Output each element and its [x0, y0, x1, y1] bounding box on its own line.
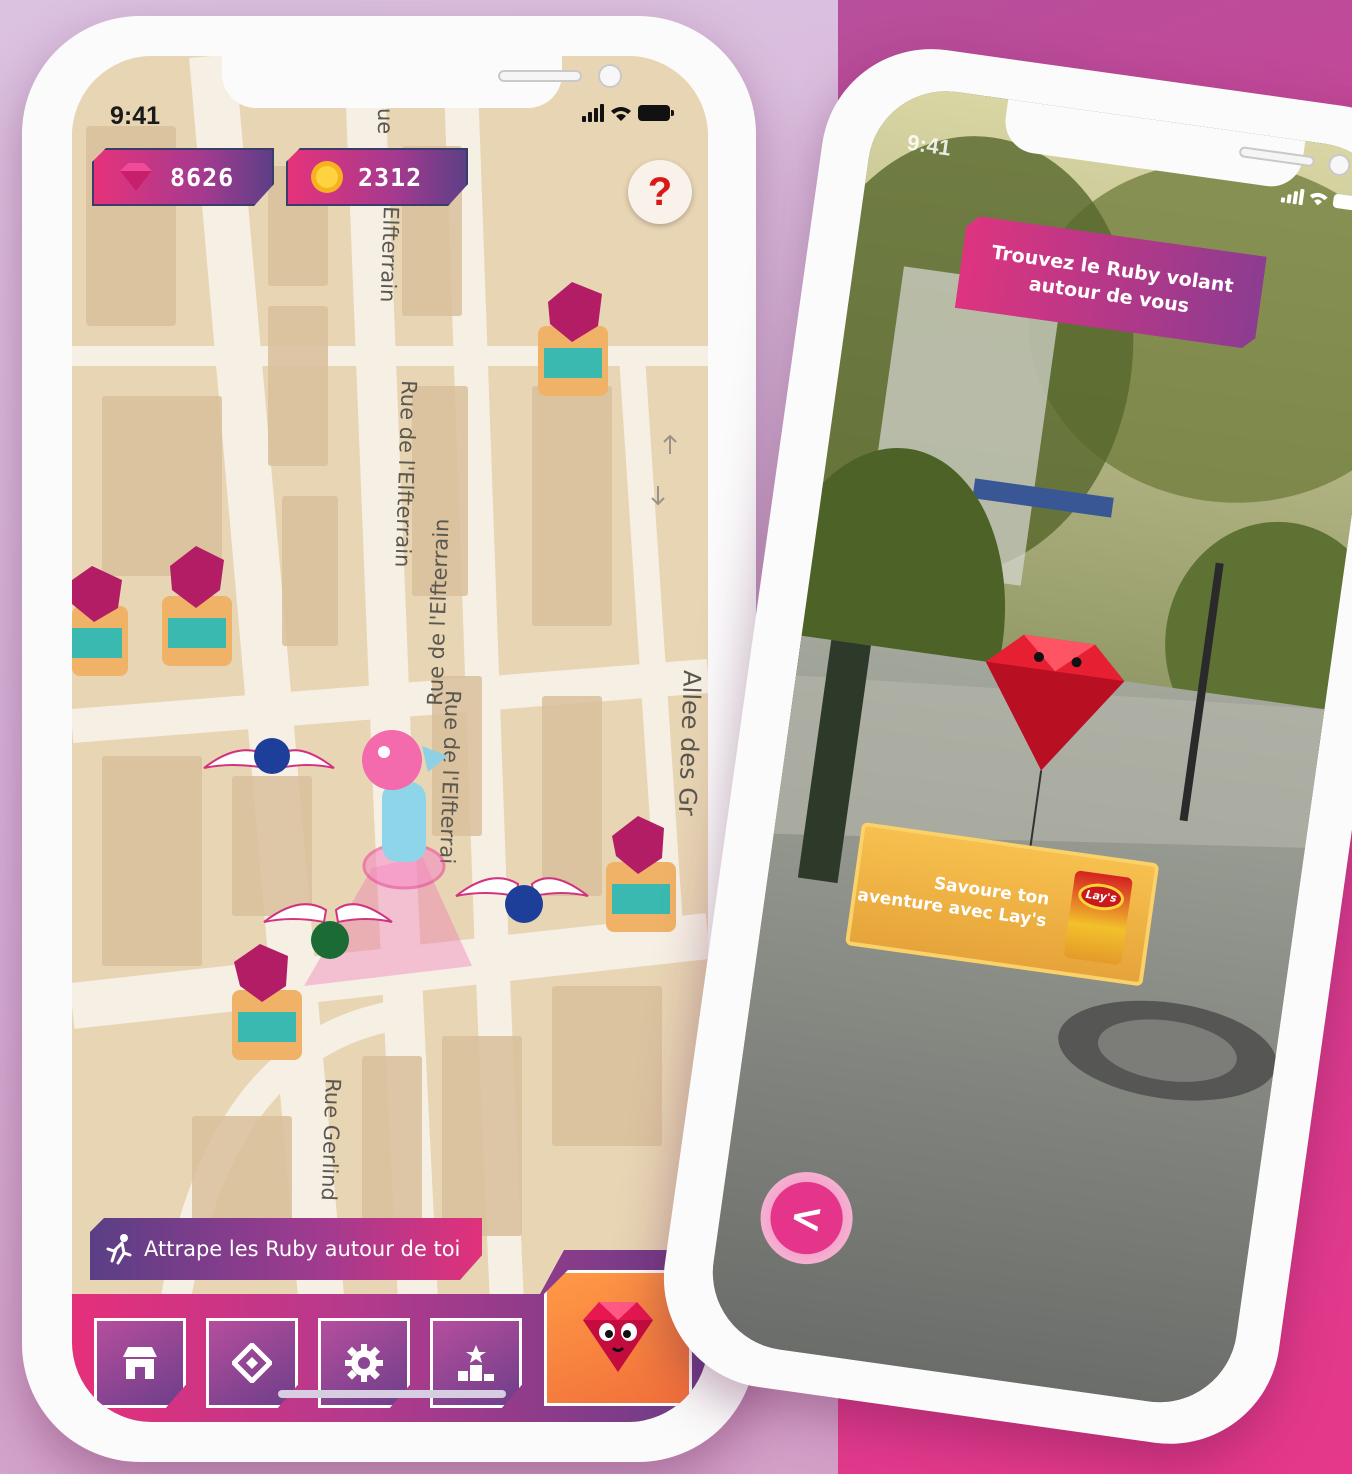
tab-shop[interactable] — [94, 1318, 186, 1408]
gem-icon — [116, 163, 156, 191]
coins-count: 2312 — [358, 162, 423, 192]
mission-banner[interactable]: Attrape les Ruby autour de toi — [90, 1218, 482, 1280]
gear-icon — [345, 1344, 383, 1382]
front-camera — [598, 64, 622, 88]
map-phone: ue Elfterrain Rue de l'Elfterrain Rue de… — [22, 16, 756, 1462]
street-label-6: Allee des Gr — [673, 670, 706, 817]
running-person-icon — [102, 1233, 134, 1265]
signal-icon — [1280, 184, 1305, 206]
wifi-icon — [1309, 192, 1328, 206]
gems-counter[interactable]: 8626 — [92, 148, 274, 206]
help-button[interactable]: ? — [628, 160, 692, 224]
wifi-icon — [611, 107, 631, 121]
gems-count: 8626 — [170, 162, 235, 192]
shop-icon — [123, 1347, 157, 1379]
coins-counter[interactable]: 2312 — [286, 148, 468, 206]
battery-icon — [638, 105, 674, 121]
ruby-shop-marker[interactable] — [72, 566, 128, 676]
speaker-grille — [498, 70, 582, 82]
street-label-1: ue — [373, 108, 397, 134]
status-time: 9:41 — [110, 102, 161, 130]
mission-text: Attrape les Ruby autour de toi — [144, 1237, 461, 1261]
phone-notch — [222, 56, 622, 108]
home-indicator — [278, 1390, 506, 1398]
speaker-grille — [1238, 145, 1316, 168]
map-screen: ue Elfterrain Rue de l'Elfterrain Rue de… — [72, 56, 708, 1422]
podium-icon — [458, 1345, 494, 1381]
street-label-7: Rue Gerlind — [317, 1078, 345, 1201]
brand-logo: Lay's — [1076, 880, 1126, 914]
status-icons — [582, 104, 674, 122]
street-label-2: Elfterrain — [376, 206, 403, 303]
signal-icon — [582, 104, 604, 122]
map-view[interactable]: ue Elfterrain Rue de l'Elfterrain Rue de… — [72, 56, 708, 1422]
coin-icon — [310, 160, 344, 194]
chips-bag-image: Lay's — [1063, 870, 1134, 966]
battery-icon — [1332, 193, 1352, 212]
ticket-icon — [232, 1343, 272, 1383]
ad-text: Savoure ton aventure avec Lay's — [856, 873, 1051, 932]
